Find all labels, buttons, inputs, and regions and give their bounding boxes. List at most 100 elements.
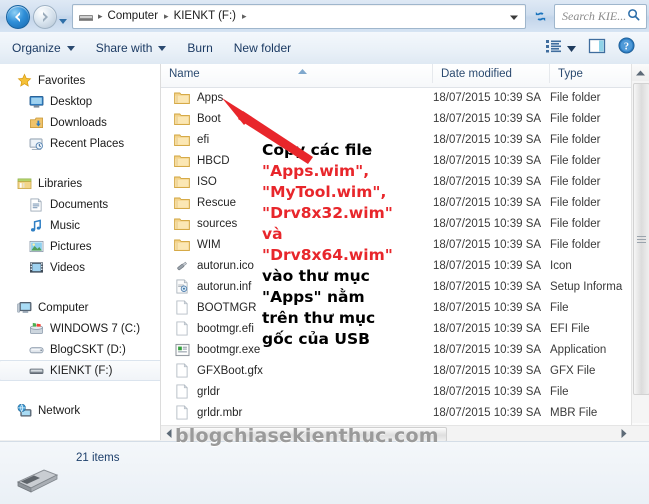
- file-name-cell[interactable]: BOOTMGR: [161, 300, 433, 316]
- sidebar-item-kienkt-f[interactable]: KIENKT (F:): [0, 360, 160, 381]
- sidebar-label: Libraries: [38, 177, 83, 190]
- breadcrumb-separator-2[interactable]: ▸: [238, 9, 250, 24]
- table-row[interactable]: WIM 18/07/2015 10:39 SA File folder: [161, 234, 631, 255]
- folder-icon: [174, 216, 190, 232]
- file-type-cell: EFI File: [550, 322, 590, 335]
- file-date-cell: 18/07/2015 10:39 SA: [433, 406, 542, 419]
- table-row[interactable]: BOOTMGR 18/07/2015 10:39 SA File: [161, 297, 631, 318]
- sidebar-item-pictures[interactable]: Pictures: [0, 236, 160, 257]
- burn-button[interactable]: Burn: [178, 37, 221, 59]
- table-row[interactable]: autorun.ico 18/07/2015 10:39 SA Icon: [161, 255, 631, 276]
- explorer-window: ▸ Computer ▸ KIENKT (F:) ▸ Search KIE...: [0, 0, 649, 504]
- table-row[interactable]: GFXBoot.gfx 18/07/2015 10:39 SA GFX File: [161, 360, 631, 381]
- table-row[interactable]: grldr 18/07/2015 10:39 SA File: [161, 381, 631, 402]
- sidebar-item-blogcskt-d[interactable]: BlogCSKT (D:): [0, 339, 160, 360]
- scroll-up-button[interactable]: [632, 64, 649, 81]
- file-name-cell[interactable]: autorun.inf: [161, 279, 433, 295]
- sidebar-item-videos[interactable]: Videos: [0, 257, 160, 278]
- column-header-name-label: Name: [169, 68, 200, 80]
- column-header-date-modified[interactable]: Date modified: [433, 64, 550, 83]
- file-name-cell[interactable]: grldr.mbr: [161, 405, 433, 421]
- file-date-cell: 18/07/2015 10:39 SA: [433, 322, 542, 335]
- change-view-button[interactable]: [540, 36, 582, 61]
- file-type-cell: File: [550, 301, 569, 314]
- table-row[interactable]: sources 18/07/2015 10:39 SA File folder: [161, 213, 631, 234]
- vertical-scrollbar[interactable]: [631, 64, 649, 440]
- videos-icon: [28, 260, 44, 276]
- file-name-label: Rescue: [197, 196, 236, 209]
- sidebar-item-desktop[interactable]: Desktop: [0, 91, 160, 112]
- horizontal-scroll-thumb[interactable]: [179, 427, 447, 442]
- search-icon[interactable]: [627, 8, 640, 26]
- sidebar-item-favorites[interactable]: Favorites: [0, 70, 160, 91]
- chevron-down-icon[interactable]: [567, 39, 576, 57]
- file-name-cell[interactable]: bootmgr.efi: [161, 321, 433, 337]
- sidebar-item-windows7-c[interactable]: WINDOWS 7 (C:): [0, 318, 160, 339]
- file-date-cell: 18/07/2015 10:39 SA: [433, 343, 542, 356]
- recent-pages-dropdown[interactable]: [58, 12, 68, 24]
- new-folder-button[interactable]: New folder: [225, 37, 300, 59]
- preview-pane-button[interactable]: [582, 35, 612, 62]
- nav-group-network: Network: [0, 400, 160, 421]
- folder-icon: [174, 153, 190, 169]
- file-type-cell: File folder: [550, 238, 601, 251]
- table-row[interactable]: ISO 18/07/2015 10:39 SA File folder: [161, 171, 631, 192]
- help-button[interactable]: ?: [612, 34, 641, 62]
- hard-drive-icon: [28, 342, 44, 358]
- breadcrumb-kienkt[interactable]: KIENKT (F:): [172, 9, 238, 24]
- chevron-down-icon[interactable]: [509, 8, 519, 26]
- table-row[interactable]: grldr.mbr 18/07/2015 10:39 SA MBR File: [161, 402, 631, 423]
- column-header-date-label: Date modified: [441, 68, 512, 80]
- breadcrumb-computer[interactable]: Computer: [106, 9, 161, 24]
- command-toolbar: Organize Share with Burn New folder ?: [0, 32, 649, 65]
- back-button[interactable]: [6, 5, 30, 29]
- folder-icon: [174, 174, 190, 190]
- column-header-name[interactable]: Name: [161, 64, 433, 83]
- file-name-cell[interactable]: Rescue: [161, 195, 433, 211]
- table-row[interactable]: autorun.inf 18/07/2015 10:39 SA Setup Info…: [161, 276, 631, 297]
- file-name-cell[interactable]: GFXBoot.gfx: [161, 363, 433, 379]
- share-with-button[interactable]: Share with: [87, 37, 176, 59]
- sidebar-item-recent-places[interactable]: Recent Places: [0, 133, 160, 154]
- file-name-label: BOOTMGR: [197, 301, 257, 314]
- file-name-cell[interactable]: ISO: [161, 174, 433, 190]
- forward-button[interactable]: [33, 5, 57, 29]
- sidebar-item-libraries[interactable]: Libraries: [0, 173, 160, 194]
- organize-button[interactable]: Organize: [3, 37, 84, 59]
- sidebar-label: WINDOWS 7 (C:): [50, 322, 141, 335]
- sidebar-item-network[interactable]: Network: [0, 400, 160, 421]
- sidebar-label: Network: [38, 404, 81, 417]
- sidebar-item-downloads[interactable]: Downloads: [0, 112, 160, 133]
- sidebar-item-music[interactable]: Music: [0, 215, 160, 236]
- search-input[interactable]: Search KIE...: [554, 4, 647, 29]
- scroll-left-button[interactable]: [161, 426, 177, 441]
- scroll-right-button[interactable]: [616, 426, 632, 441]
- table-row[interactable]: bootmgr.efi 18/07/2015 10:39 SA EFI File: [161, 318, 631, 339]
- usb-drive-icon: [77, 9, 94, 24]
- star-icon: [16, 73, 32, 89]
- file-name-cell[interactable]: grldr: [161, 384, 433, 400]
- file-name-cell[interactable]: sources: [161, 216, 433, 232]
- sidebar-item-documents[interactable]: Documents: [0, 194, 160, 215]
- file-name-cell[interactable]: WIM: [161, 237, 433, 253]
- music-icon: [28, 218, 44, 234]
- sidebar-label: Music: [50, 219, 81, 232]
- recent-places-icon: [28, 136, 44, 152]
- file-name-cell[interactable]: autorun.ico: [161, 258, 433, 274]
- table-row[interactable]: Rescue 18/07/2015 10:39 SA File folder: [161, 192, 631, 213]
- file-name-cell[interactable]: bootmgr.exe: [161, 342, 433, 358]
- file-type-cell: Icon: [550, 259, 572, 272]
- file-date-cell: 18/07/2015 10:39 SA: [433, 154, 542, 167]
- file-date-cell: 18/07/2015 10:39 SA: [433, 133, 542, 146]
- status-bar: 21 items: [0, 441, 649, 504]
- sidebar-item-computer[interactable]: Computer: [0, 297, 160, 318]
- file-name-label: WIM: [197, 238, 221, 251]
- setup-info-icon: [174, 279, 190, 295]
- refresh-button[interactable]: [528, 4, 552, 29]
- navigation-pane[interactable]: Favorites Desktop Downloads Recent Place…: [0, 64, 161, 440]
- folder-icon: [174, 237, 190, 253]
- table-row[interactable]: bootmgr.exe 18/07/2015 10:39 SA Applicatio…: [161, 339, 631, 360]
- horizontal-scrollbar[interactable]: [161, 425, 649, 442]
- address-bar[interactable]: ▸ Computer ▸ KIENKT (F:) ▸: [72, 4, 526, 29]
- vertical-scroll-thumb[interactable]: [633, 83, 649, 395]
